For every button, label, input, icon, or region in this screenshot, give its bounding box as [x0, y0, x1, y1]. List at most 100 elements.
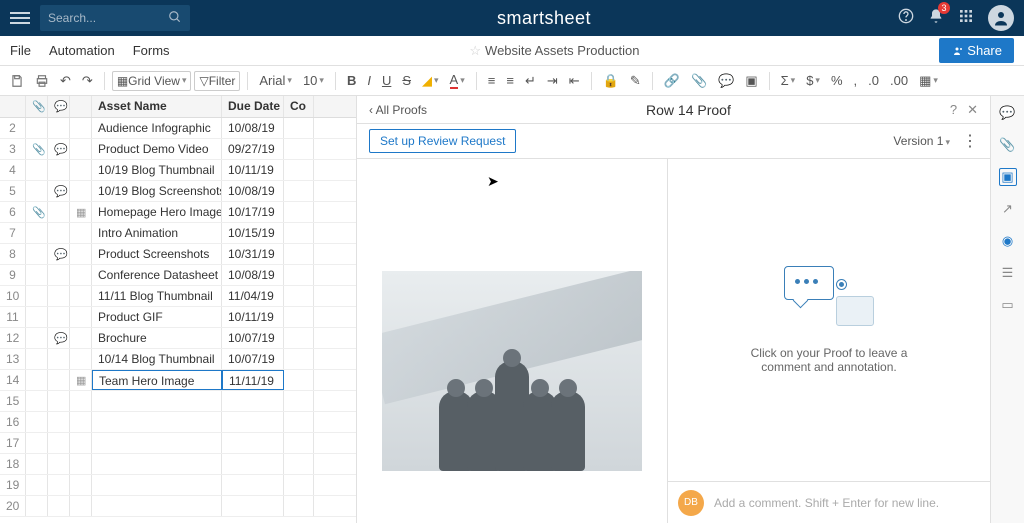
cal-cell[interactable] [70, 265, 92, 285]
name-cell[interactable] [92, 433, 222, 453]
rail-conversations-icon[interactable]: 💬 [999, 104, 1017, 122]
comment-cell[interactable]: 💬 [48, 139, 70, 159]
attach-cell[interactable] [26, 349, 48, 369]
attach-cell[interactable] [26, 118, 48, 138]
co-cell[interactable] [284, 328, 314, 348]
attach-cell[interactable] [26, 265, 48, 285]
textcolor-icon[interactable]: A [446, 70, 469, 91]
comment-cell[interactable] [48, 118, 70, 138]
fillcolor-icon[interactable]: ◢ [418, 71, 443, 91]
comment-cell[interactable] [48, 202, 70, 222]
cal-cell[interactable] [70, 160, 92, 180]
link-icon[interactable]: 🔗 [660, 71, 684, 91]
name-cell[interactable]: Brochure [92, 328, 222, 348]
co-cell[interactable] [284, 370, 314, 390]
table-row[interactable]: 2Audience Infographic10/08/19 [0, 118, 356, 139]
co-cell[interactable] [284, 349, 314, 369]
setup-review-button[interactable]: Set up Review Request [369, 129, 516, 153]
co-cell[interactable] [284, 160, 314, 180]
alignleft-icon[interactable]: ≡ [484, 71, 500, 90]
table-row[interactable]: 6📎▦Homepage Hero Image10/17/19 [0, 202, 356, 223]
bold-icon[interactable]: B [343, 71, 360, 90]
cal-cell[interactable] [70, 349, 92, 369]
table-row[interactable]: 17 [0, 433, 356, 454]
date-cell[interactable]: 10/07/19 [222, 328, 284, 348]
comment-cell[interactable] [48, 454, 70, 474]
cal-cell[interactable] [70, 244, 92, 264]
attach-cell[interactable] [26, 412, 48, 432]
filter-button[interactable]: ▽ Filter [194, 71, 240, 91]
comment-input[interactable]: Add a comment. Shift + Enter for new lin… [714, 496, 939, 510]
cal-cell[interactable] [70, 454, 92, 474]
percent-icon[interactable]: % [827, 71, 847, 90]
search-input[interactable] [48, 11, 168, 25]
name-cell[interactable]: 11/11 Blog Thumbnail [92, 286, 222, 306]
date-cell[interactable]: 10/07/19 [222, 349, 284, 369]
col-name[interactable]: Asset Name [92, 96, 222, 117]
cal-cell[interactable] [70, 307, 92, 327]
name-cell[interactable] [92, 496, 222, 516]
table-row[interactable]: 5💬10/19 Blog Screenshots10/08/19 [0, 181, 356, 202]
avatar[interactable] [988, 5, 1014, 31]
comment-cell[interactable] [48, 496, 70, 516]
co-cell[interactable] [284, 391, 314, 411]
gridview-dropdown[interactable]: ▦ Grid View [112, 71, 192, 91]
date-cell[interactable] [222, 475, 284, 495]
attach-cell[interactable] [26, 496, 48, 516]
undo-icon[interactable]: ↶ [56, 71, 75, 91]
table-row[interactable]: 16 [0, 412, 356, 433]
menu-icon[interactable] [10, 9, 30, 27]
fontsize-dropdown[interactable]: 10 [299, 71, 328, 90]
comment-icon[interactable]: 💬 [714, 71, 738, 91]
co-cell[interactable] [284, 244, 314, 264]
attach-cell[interactable] [26, 454, 48, 474]
cal-cell[interactable] [70, 412, 92, 432]
menu-automation[interactable]: Automation [49, 43, 115, 58]
bell-icon[interactable]: 3 [928, 8, 944, 29]
thousand-icon[interactable]: , [850, 71, 862, 90]
cal-cell[interactable] [70, 139, 92, 159]
redo-icon[interactable]: ↷ [78, 71, 97, 91]
date-cell[interactable] [222, 391, 284, 411]
aligncenter-icon[interactable]: ≡ [502, 71, 518, 90]
print-icon[interactable] [31, 72, 53, 90]
name-cell[interactable] [92, 412, 222, 432]
sum-icon[interactable]: Σ [777, 71, 800, 90]
attach-cell[interactable] [26, 370, 48, 390]
attach-cell[interactable] [26, 223, 48, 243]
co-cell[interactable] [284, 181, 314, 201]
cal-cell[interactable] [70, 223, 92, 243]
menu-file[interactable]: File [10, 43, 31, 58]
rail-attachments-icon[interactable]: 📎 [999, 136, 1017, 154]
table-row[interactable]: 12💬Brochure10/07/19 [0, 328, 356, 349]
cal-cell[interactable]: ▦ [70, 370, 92, 390]
date-cell[interactable]: 11/04/19 [222, 286, 284, 306]
date-cell[interactable] [222, 496, 284, 516]
col-co[interactable]: Co [284, 96, 314, 117]
name-cell[interactable]: 10/19 Blog Thumbnail [92, 160, 222, 180]
attach-cell[interactable] [26, 307, 48, 327]
name-cell[interactable]: Product GIF [92, 307, 222, 327]
co-cell[interactable] [284, 475, 314, 495]
attach-cell[interactable] [26, 391, 48, 411]
table-row[interactable]: 1310/14 Blog Thumbnail10/07/19 [0, 349, 356, 370]
date-cell[interactable]: 10/11/19 [222, 160, 284, 180]
attach-cell[interactable] [26, 328, 48, 348]
co-cell[interactable] [284, 412, 314, 432]
font-dropdown[interactable]: Arial [255, 71, 296, 90]
name-cell[interactable]: Team Hero Image [92, 370, 222, 390]
comment-cell[interactable] [48, 475, 70, 495]
close-icon[interactable]: ✕ [967, 102, 978, 118]
date-cell[interactable]: 10/08/19 [222, 118, 284, 138]
star-icon[interactable]: ☆ [469, 43, 481, 58]
cal-cell[interactable] [70, 118, 92, 138]
date-cell[interactable]: 10/17/19 [222, 202, 284, 222]
cal-cell[interactable] [70, 475, 92, 495]
col-date[interactable]: Due Date [222, 96, 284, 117]
co-cell[interactable] [284, 223, 314, 243]
table-row[interactable]: 20 [0, 496, 356, 517]
co-cell[interactable] [284, 433, 314, 453]
attach-cell[interactable] [26, 475, 48, 495]
comment-cell[interactable] [48, 412, 70, 432]
cal-cell[interactable] [70, 286, 92, 306]
